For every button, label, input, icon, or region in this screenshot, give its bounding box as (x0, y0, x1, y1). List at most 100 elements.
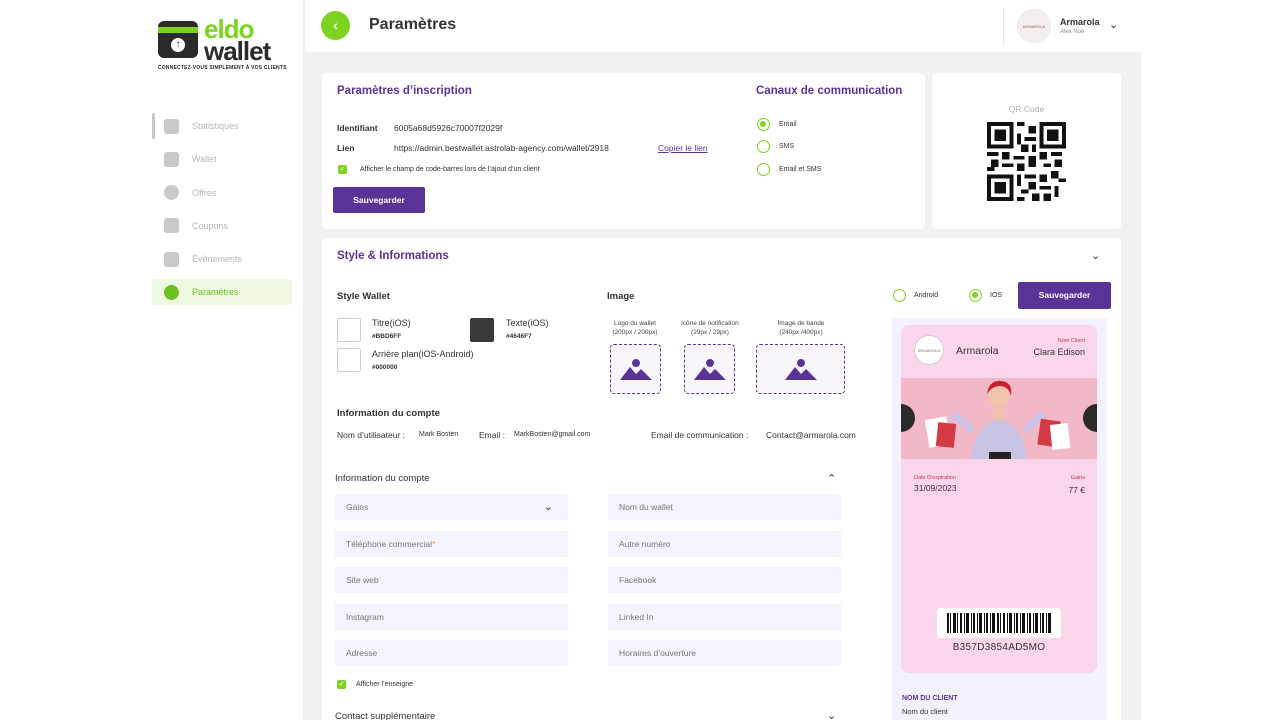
address-input[interactable]: Adresse (335, 640, 568, 666)
wallet-logo-icon: ↑ (158, 21, 198, 58)
sidebar-item-evenements[interactable]: Évènements (152, 246, 292, 272)
banner-image-label: Image de bande (240px /400px) (777, 320, 825, 336)
save-registration-button[interactable]: Sauvegarder (333, 187, 425, 213)
save-style-button[interactable]: Sauvegarder (1018, 282, 1111, 309)
sidebar-item-label: Wallet (192, 154, 217, 165)
commercial-phone-input[interactable]: Téléphone commercial* (335, 531, 568, 557)
pass-logo: ARMAROLA (914, 335, 944, 365)
barcode-checkbox[interactable]: ✓ (338, 165, 347, 174)
eldo-wallet-logo[interactable]: ↑ eldo wallet CONNECTEZ-VOUS SIMPLEMENT … (158, 14, 288, 78)
radio-sms[interactable] (757, 140, 770, 153)
notification-icon-label: icône de notification (29px / 29px) (681, 320, 739, 336)
wallet-pass: ARMAROLA Armarola Nom Client Clara Ediso… (901, 325, 1097, 673)
instagram-input[interactable]: Instagram (335, 604, 568, 630)
pass-banner-image (901, 378, 1097, 459)
pass-gain-label: Gains (1070, 475, 1085, 481)
qr-label: QR Code (1008, 104, 1045, 114)
qr-card: QR Code (932, 73, 1121, 229)
channels-title: Canaux de communication (756, 85, 903, 97)
chevron-down-icon[interactable]: ⌄ (1109, 18, 1118, 31)
user-subtitle: Alex Noe (1060, 29, 1085, 35)
radio-ios[interactable] (969, 289, 982, 302)
swatch-texte[interactable] (470, 318, 494, 342)
swatch-arriere-plan-hex: #000000 (372, 364, 398, 371)
pass-barcode (937, 608, 1061, 638)
show-sign-checkbox[interactable]: ✓ (337, 680, 346, 689)
notification-icon-dropzone[interactable] (684, 344, 735, 394)
radio-email-label: Email (779, 121, 797, 128)
identifiant-label: Identifiant (337, 123, 378, 133)
email-label: Email : (479, 430, 505, 440)
identifiant-value: 6005a68d5926c70007f2029f (394, 123, 503, 133)
qr-code-icon[interactable] (987, 122, 1066, 201)
top-header: ‹ Paramètres ARMAROLA Armarola Alex Noe … (305, 0, 1141, 52)
app-frame: ↑ eldo wallet CONNECTEZ-VOUS SIMPLEMENT … (140, 0, 1141, 720)
pass-barcode-text: B357D3854AD5MO (952, 642, 1046, 653)
avatar[interactable]: ARMAROLA (1017, 9, 1051, 43)
comm-email-value: Contact@armarola.com (766, 430, 856, 440)
radio-android-label: Android (914, 292, 939, 299)
pass-brand: Armarola (956, 345, 999, 357)
extra-contact-title: Contact supplémentaire (335, 711, 436, 720)
swatch-texte-name: Texte(iOS) (506, 318, 549, 328)
banner-upload-dropzone[interactable] (756, 344, 845, 394)
sidebar-item-label: Coupons (192, 220, 229, 231)
header-divider (1003, 8, 1004, 44)
lien-label: Lien (337, 143, 355, 153)
logo-tagline: CONNECTEZ-VOUS SIMPLEMENT À VOS CLIENTS (158, 65, 287, 71)
pass-expiry-label: Date D'expiration (914, 475, 957, 481)
comm-email-label: Email de communication : (651, 430, 749, 440)
swatch-titre-hex: #BBD6FF (372, 333, 402, 340)
radio-email-sms[interactable] (757, 163, 770, 176)
wallet-icon (164, 151, 179, 167)
gear-icon (164, 284, 179, 300)
lien-value: https://admin.bestwallet.astrolab-agency… (394, 143, 609, 153)
image-placeholder-icon (619, 359, 652, 380)
sidebar-item-wallet[interactable]: Wallet (152, 146, 292, 172)
sidebar-item-label: Paramètres (192, 287, 239, 298)
chevron-down-icon[interactable]: ⌄ (1091, 249, 1100, 262)
logo-word-wallet: wallet (204, 36, 271, 66)
sidebar-item-parametres[interactable]: Paramètres (152, 279, 292, 306)
swatch-titre[interactable] (337, 318, 361, 342)
username-label: Nom d’utilisateur : (337, 430, 406, 440)
sidebar-item-coupons[interactable]: Coupons (152, 213, 292, 239)
copy-link-button[interactable]: Copier le lien (658, 143, 708, 153)
linkedin-input[interactable]: Linked In (608, 604, 841, 630)
email-value: MarkBosten@gmail.com (514, 431, 591, 438)
facebook-input[interactable]: Facebook (608, 567, 841, 593)
radio-android[interactable] (893, 289, 906, 302)
image-placeholder-icon (784, 359, 817, 380)
back-button[interactable]: ‹ (321, 11, 350, 40)
chevron-left-icon: ‹ (333, 17, 338, 33)
swatch-titre-name: Titre(iOS) (372, 318, 411, 328)
username-value: Mark Bosten (419, 431, 459, 438)
events-icon (164, 251, 179, 267)
sidebar-item-offres[interactable]: Offres (152, 180, 292, 206)
sidebar-nav: Statistiques Wallet Offres Coupons Évène… (152, 113, 292, 313)
wallet-name-input[interactable]: Nom du wallet (608, 494, 841, 520)
chevron-up-icon[interactable]: ⌃ (827, 472, 836, 485)
logo-upload-dropzone[interactable] (610, 344, 661, 394)
account-info-title: Information du compte (337, 408, 440, 419)
radio-ios-label: IOS (990, 292, 1003, 299)
radio-email[interactable] (757, 118, 770, 131)
sidebar-item-statistiques[interactable]: Statistiques (152, 113, 292, 139)
image-title: Image (607, 291, 635, 302)
style-info-title: Style & Informations (337, 250, 449, 262)
swatch-arriere-plan-name: Arrière plan(iOS-Android) (372, 349, 474, 359)
gains-select[interactable]: Gains ⌄ (335, 494, 568, 520)
website-input[interactable]: Site web (335, 567, 568, 593)
image-placeholder-icon (693, 359, 726, 380)
page-title: Paramètres (369, 16, 457, 33)
chevron-down-icon[interactable]: ⌄ (827, 709, 836, 720)
chevron-down-icon: ⌄ (543, 501, 553, 513)
pie-chart-icon (164, 118, 179, 134)
swatch-arriere-plan[interactable] (337, 348, 361, 372)
other-number-input[interactable]: Autre numéro (608, 531, 841, 557)
style-info-card: Style & Informations ⌄ Style Wallet Titr… (322, 238, 1121, 720)
sidebar-item-label: Statistiques (192, 121, 239, 131)
pass-client-name: Clara Edison (1033, 347, 1085, 357)
logo-image-label: Logo du wallet (200px / 200px) (612, 320, 658, 336)
opening-hours-input[interactable]: Horaires d’ouverture (608, 640, 841, 666)
